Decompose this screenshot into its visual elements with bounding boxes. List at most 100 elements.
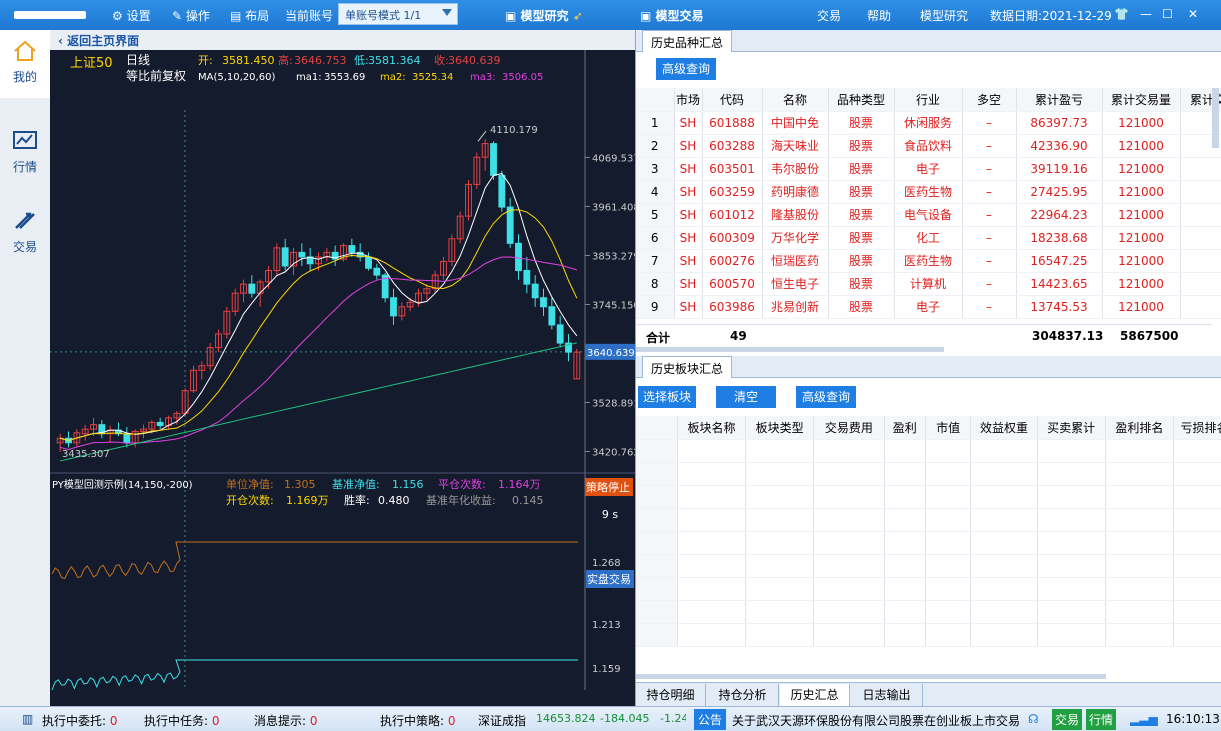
- hist-col-header[interactable]: 代码: [702, 88, 763, 112]
- tab-position-detail[interactable]: 持仓明细: [636, 684, 706, 706]
- block-col-header[interactable]: 效益权重: [970, 416, 1038, 440]
- table-cell: 8: [636, 272, 675, 296]
- table-row: [636, 439, 1221, 463]
- table-cell: [636, 623, 678, 647]
- hist-col-header[interactable]: 累计盈亏: [1016, 88, 1103, 112]
- help-menu[interactable]: 帮助: [867, 7, 891, 24]
- table-row[interactable]: 9 SH 603986 兆易创新 股票 电子 –13745.53 121000: [636, 295, 1221, 319]
- table-row[interactable]: 8 SH 600570 恒生电子 股票 计算机 –14423.65 121000: [636, 272, 1221, 296]
- candle-body: [523, 270, 531, 285]
- hist-col-header[interactable]: 品种类型: [828, 88, 895, 112]
- nav-mine[interactable]: 我的: [0, 30, 50, 98]
- account-mode-select[interactable]: 单账号模式 1/1: [338, 3, 458, 25]
- entrust-status[interactable]: 执行中委托: 0: [42, 712, 118, 729]
- current-price-label: 3640.639: [587, 348, 635, 359]
- block-col-header[interactable]: 买卖累计: [1037, 416, 1106, 440]
- block-advanced-query-button[interactable]: 高级查询: [796, 386, 856, 408]
- operate-label: 操作: [185, 9, 210, 23]
- clear-button[interactable]: 清空: [716, 386, 776, 408]
- trade-menu[interactable]: 交易: [817, 7, 841, 24]
- block-col-header[interactable]: 板块名称: [677, 416, 747, 440]
- y-tick-label: 3528.891: [592, 399, 635, 410]
- table-cell: 化工: [894, 226, 963, 250]
- table-cell: 韦尔股份: [762, 157, 829, 181]
- block-col-header[interactable]: 市值: [925, 416, 972, 440]
- close-icon[interactable]: ✕: [1188, 7, 1198, 21]
- table-cell: 27425.95: [1016, 180, 1103, 204]
- notice-badge[interactable]: 公告: [694, 709, 727, 730]
- ma1-value: 3553.69: [324, 72, 365, 83]
- block-col-header[interactable]: 盈利: [884, 416, 926, 440]
- table-cell: [1037, 462, 1106, 486]
- block-col-header[interactable]: 盈利排名: [1105, 416, 1174, 440]
- table-row[interactable]: 5 SH 601012 隆基股份 股票 电气设备 –22964.23 121000: [636, 203, 1221, 227]
- trade-status-button[interactable]: 交易: [1052, 709, 1083, 730]
- block-col-header[interactable]: 板块类型: [745, 416, 815, 440]
- notice-ticker[interactable]: 关于武汉天源环保股份有限公司股票在创业板上市交易: [732, 712, 1020, 729]
- block-col-header[interactable]: 亏损排名: [1173, 416, 1221, 440]
- table-row[interactable]: 3 SH 603501 韦尔股份 股票 电子 –39119.16 121000: [636, 157, 1221, 181]
- layout-menu[interactable]: ▤ 布局: [230, 7, 269, 24]
- table-row[interactable]: 6 SH 600309 万华化学 股票 化工 –18238.68 121000: [636, 226, 1221, 250]
- table-cell: [813, 485, 885, 509]
- tab-position-analysis[interactable]: 持仓分析: [707, 684, 779, 706]
- total-pnl: 304837.13: [1032, 329, 1104, 343]
- model-trading-tab[interactable]: ▣ 模型交易: [640, 7, 704, 24]
- table-row[interactable]: 2 SH 603288 海天味业 股票 食品饮料 –42336.90 121000: [636, 134, 1221, 158]
- table-row[interactable]: 1 SH 601888 中国中免 股票 休闲服务 –86397.73 121000: [636, 111, 1221, 135]
- minimize-icon[interactable]: —: [1140, 7, 1152, 21]
- table-cell: 121000: [1102, 295, 1181, 319]
- hist-vscrollbar[interactable]: [1212, 88, 1219, 148]
- entrust-label: 执行中委托:: [42, 714, 107, 728]
- hist-col-header[interactable]: 名称: [762, 88, 829, 112]
- hist-col-header[interactable]: 累计交易量: [1102, 88, 1181, 112]
- nav-tick-label: 1.268: [592, 558, 621, 569]
- tab-hist-block[interactable]: 历史板块汇总: [642, 356, 733, 378]
- table-cell: [884, 600, 926, 624]
- select-block-button[interactable]: 选择板块: [638, 386, 696, 408]
- settings-menu[interactable]: ⚙ 设置: [112, 7, 151, 24]
- tab-log-output[interactable]: 日志输出: [851, 684, 923, 706]
- table-cell: 600570: [702, 272, 763, 296]
- kline-chart[interactable]: 4069.5373961.4083853.2793745.1503637.020…: [50, 50, 635, 706]
- headset-icon[interactable]: ☊: [1028, 712, 1039, 726]
- hist-hscrollbar[interactable]: [636, 347, 944, 352]
- nav-trade[interactable]: 交易: [0, 200, 50, 268]
- tab-history-summary[interactable]: 历史汇总: [780, 684, 850, 706]
- maximize-icon[interactable]: ☐: [1162, 7, 1173, 21]
- table-cell: [970, 508, 1038, 532]
- task-status[interactable]: 执行中任务: 0: [144, 712, 220, 729]
- table-row[interactable]: 4 SH 603259 药明康德 股票 医药生物 –27425.95 121000: [636, 180, 1221, 204]
- research-menu[interactable]: 模型研究: [920, 7, 968, 24]
- block-col-header[interactable]: 交易费用: [813, 416, 885, 440]
- breadcrumb[interactable]: ‹ 返回主页界面: [50, 30, 635, 50]
- hist-col-header[interactable]: [636, 88, 675, 112]
- message-status[interactable]: 消息提示: 0: [254, 712, 318, 729]
- nav-market[interactable]: 行情: [0, 120, 50, 188]
- table-cell: [677, 508, 747, 532]
- hist-col-header[interactable]: 市场: [674, 88, 703, 112]
- operate-menu[interactable]: ✎ 操作: [172, 7, 210, 24]
- model-research-tab[interactable]: ▣ 模型研究 ➶: [505, 7, 583, 24]
- table-cell: [636, 508, 678, 532]
- table-cell: [813, 623, 885, 647]
- skin-icon[interactable]: 👕: [1114, 7, 1129, 21]
- block-col-header[interactable]: [636, 416, 678, 440]
- table-row[interactable]: 7 SH 600276 恒瑞医药 股票 医药生物 –16547.25 121000: [636, 249, 1221, 273]
- monitor-icon[interactable]: ▥: [22, 712, 33, 726]
- market-status-button[interactable]: 行情: [1086, 709, 1117, 730]
- table-cell: [1105, 485, 1174, 509]
- live-trade-label: 实盘交易: [587, 572, 631, 586]
- strategy-status[interactable]: 执行中策略: 0: [380, 712, 456, 729]
- table-cell: 7: [636, 249, 675, 273]
- strategy-stop-label: 策略停止: [586, 480, 630, 494]
- hist-col-header[interactable]: 多空: [962, 88, 1017, 112]
- advanced-query-button[interactable]: 高级查询: [656, 58, 716, 80]
- hist-variety-header: 历史品种汇总: [636, 30, 1221, 52]
- back-link[interactable]: 返回主页界面: [67, 34, 139, 48]
- table-cell: 22964.23: [1016, 203, 1103, 227]
- table-cell: [884, 439, 926, 463]
- tab-hist-variety[interactable]: 历史品种汇总: [642, 30, 733, 52]
- block-hscrollbar[interactable]: [636, 674, 1106, 679]
- hist-col-header[interactable]: 行业: [894, 88, 963, 112]
